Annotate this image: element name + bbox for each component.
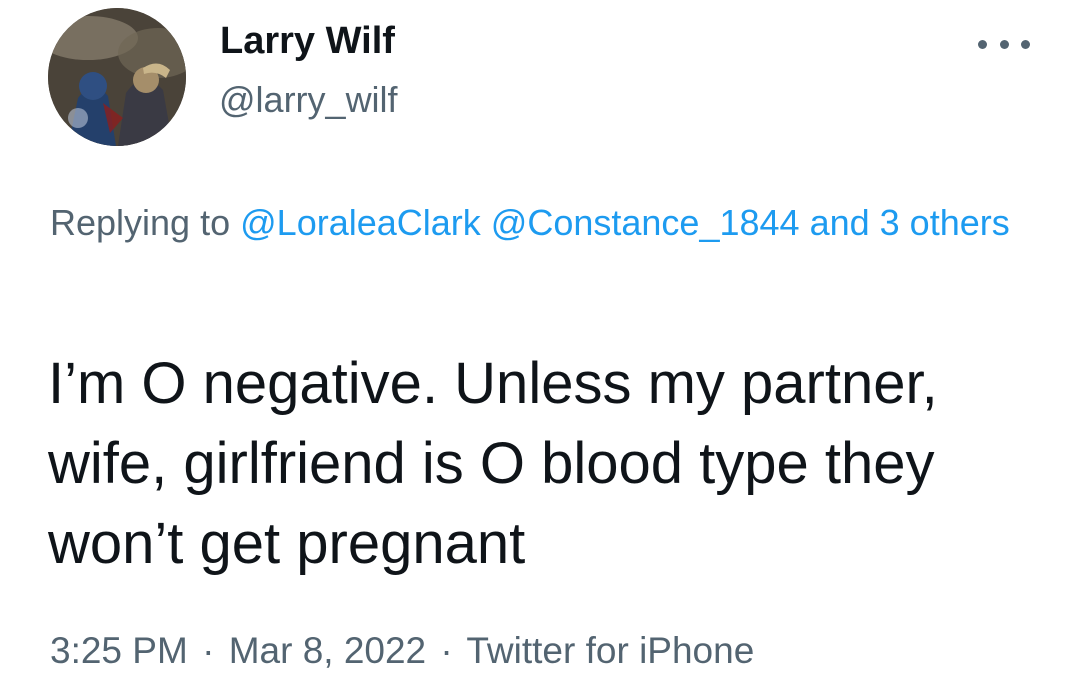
separator: ·: [440, 630, 453, 671]
dot-icon: [978, 39, 987, 49]
replying-to: Replying to @LoraleaClark @Constance_184…: [50, 194, 1040, 252]
author-name[interactable]: Larry Wilf: [220, 18, 395, 64]
tweet-text: I’m O negative. Unless my partner, wife,…: [48, 351, 938, 576]
tweet: Larry Wilf @larry_wilf Replying to @Lora…: [0, 0, 1080, 694]
tweet-meta: 3:25 PM · Mar 8, 2022 · Twitter for iPho…: [50, 628, 754, 674]
others-link[interactable]: and 3 others: [810, 202, 1010, 243]
timestamp-date[interactable]: Mar 8, 2022: [229, 630, 426, 671]
mention-link[interactable]: @LoraleaClark: [240, 202, 481, 243]
more-options-icon[interactable]: [978, 26, 1030, 62]
dot-icon: [999, 39, 1009, 49]
author-handle[interactable]: @larry_wilf: [219, 78, 398, 122]
avatar[interactable]: [48, 8, 186, 146]
avatar-image: [48, 8, 186, 146]
dot-icon: [1021, 39, 1030, 49]
tweet-source[interactable]: Twitter for iPhone: [466, 630, 754, 671]
mention-link[interactable]: @Constance_1844: [491, 202, 800, 243]
replying-to-label: Replying to: [50, 202, 231, 243]
timestamp-time[interactable]: 3:25 PM: [50, 630, 188, 671]
separator: ·: [202, 630, 215, 671]
